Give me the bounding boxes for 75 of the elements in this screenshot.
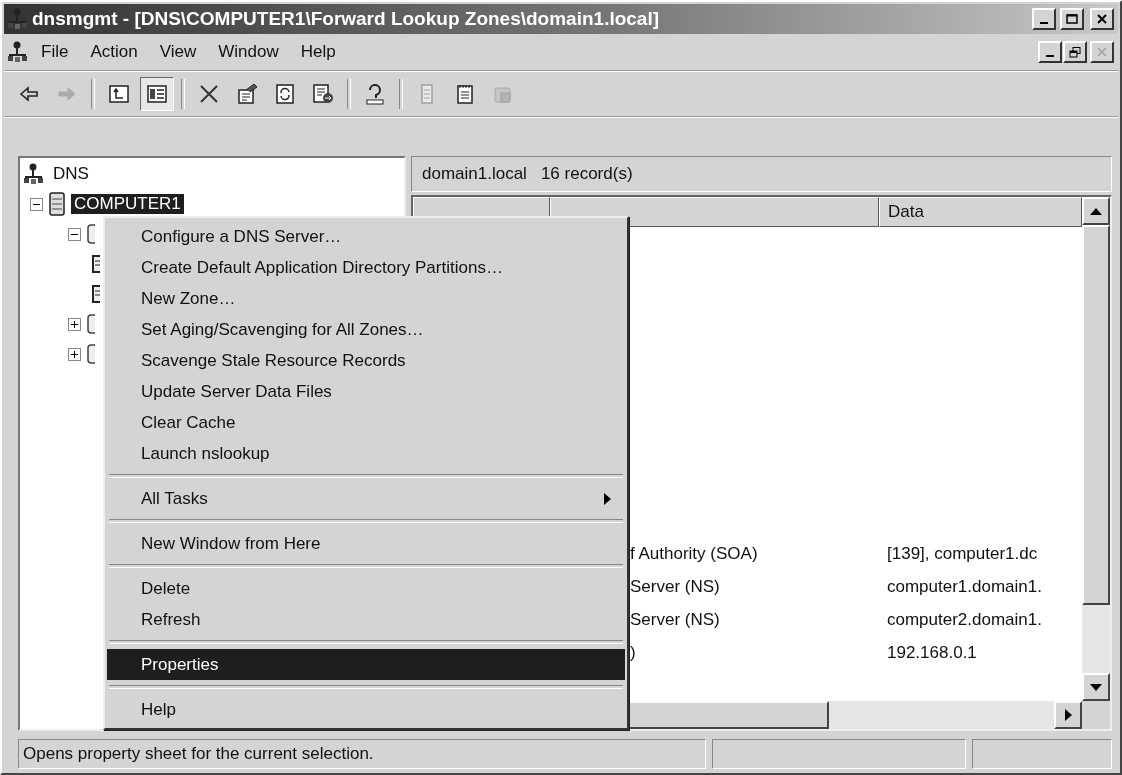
close-button[interactable] [1090,41,1114,63]
table-cell-text: computer2.domain1. [886,609,1043,630]
zone-name: domain1.local [422,164,527,184]
refresh-icon [274,83,296,105]
menu-item[interactable]: Set Aging/Scavenging for All Zones… [107,314,625,345]
table-cell-text: computer1.domain1. [886,576,1043,597]
menu-item[interactable]: Scavenge Stale Resource Records [107,345,625,376]
maximize-button[interactable] [1060,8,1084,30]
folder-icon [87,343,95,365]
collapse-icon[interactable] [30,197,43,211]
right-arrow-icon[interactable] [1064,709,1072,721]
submenu-item[interactable]: All Tasks [107,483,625,514]
close-button[interactable] [1090,8,1114,30]
folder-up-icon [108,83,130,105]
folder-icon [87,313,95,335]
menu-item[interactable]: Launch nslookup [107,438,625,469]
record-count: 16 record(s) [540,164,633,184]
folder-icon [87,223,95,245]
menu-item[interactable]: Properties [107,649,625,680]
minimize-button[interactable] [1038,41,1062,63]
expand-icon[interactable] [68,347,81,361]
export-list-icon [312,83,334,105]
menu-item[interactable]: Refresh [107,604,625,635]
console-icon [8,41,28,63]
menu-item[interactable]: Delete [107,573,625,604]
properties-icon [236,83,258,105]
menu-item[interactable]: View [150,39,206,65]
status-text: Opens property sheet for the current selection. [18,739,706,769]
up-arrow-icon[interactable] [1090,207,1102,215]
collapse-icon[interactable] [68,227,81,241]
tree-item[interactable]: COMPUTER1 [71,194,184,214]
restore-button[interactable] [1063,41,1087,63]
down-arrow-icon[interactable] [1090,683,1102,691]
table-cell-text: Server (NS) [629,576,721,597]
column-header[interactable] [550,197,879,227]
network-icon [24,163,44,185]
record-icon [92,254,100,274]
close-icon [1097,47,1107,57]
delete-icon [198,83,220,105]
notepad-icon [454,83,476,105]
minimize-button[interactable] [1032,8,1056,30]
menu-item[interactable]: Action [81,39,147,65]
table-cell-text: Server (NS) [629,609,721,630]
menu-item[interactable]: New Window from Here [107,528,625,559]
minimize-icon [1040,22,1048,24]
pane-toggle-icon [146,83,168,105]
menu-item[interactable]: Clear Cache [107,407,625,438]
maximize-icon [1066,14,1078,24]
minimize-icon [1046,55,1054,57]
close-icon [1097,14,1107,24]
table-cell-text: 192.168.0.1 [886,642,978,663]
menu-item[interactable]: New Zone… [107,283,625,314]
menu-item[interactable]: Configure a DNS Server… [107,221,625,252]
restore-icon [1069,46,1081,58]
expand-icon[interactable] [68,317,81,331]
help-icon [364,83,386,105]
submenu-arrow-icon [604,492,611,505]
scrollbar-corner [1082,701,1110,729]
window-title: dnsmgmt - [DNS\COMPUTER1\Forward Lookup Zones\domain1.local] [32,8,661,30]
menu-item[interactable]: Window [209,39,288,65]
toolbar-button[interactable] [140,77,174,111]
column-header[interactable]: Data [879,197,1082,227]
table-cell-text: ) [629,642,637,663]
table-cell-text: f Authority (SOA) [629,543,759,564]
table-cell-text: [139], computer1.dc [886,543,1039,564]
menu-item[interactable]: Help [291,39,345,65]
record-icon [92,284,100,304]
server-icon [49,192,65,216]
vertical-scrollbar[interactable] [1082,197,1110,701]
menu-item[interactable]: File [32,39,78,65]
menu-item[interactable]: Create Default Application Directory Partitions… [107,252,625,283]
menu-item[interactable]: Update Server Data Files [107,376,625,407]
app-icon [8,8,28,30]
menu-item[interactable]: Help [107,694,625,725]
tree-item[interactable]: DNS [50,164,92,184]
